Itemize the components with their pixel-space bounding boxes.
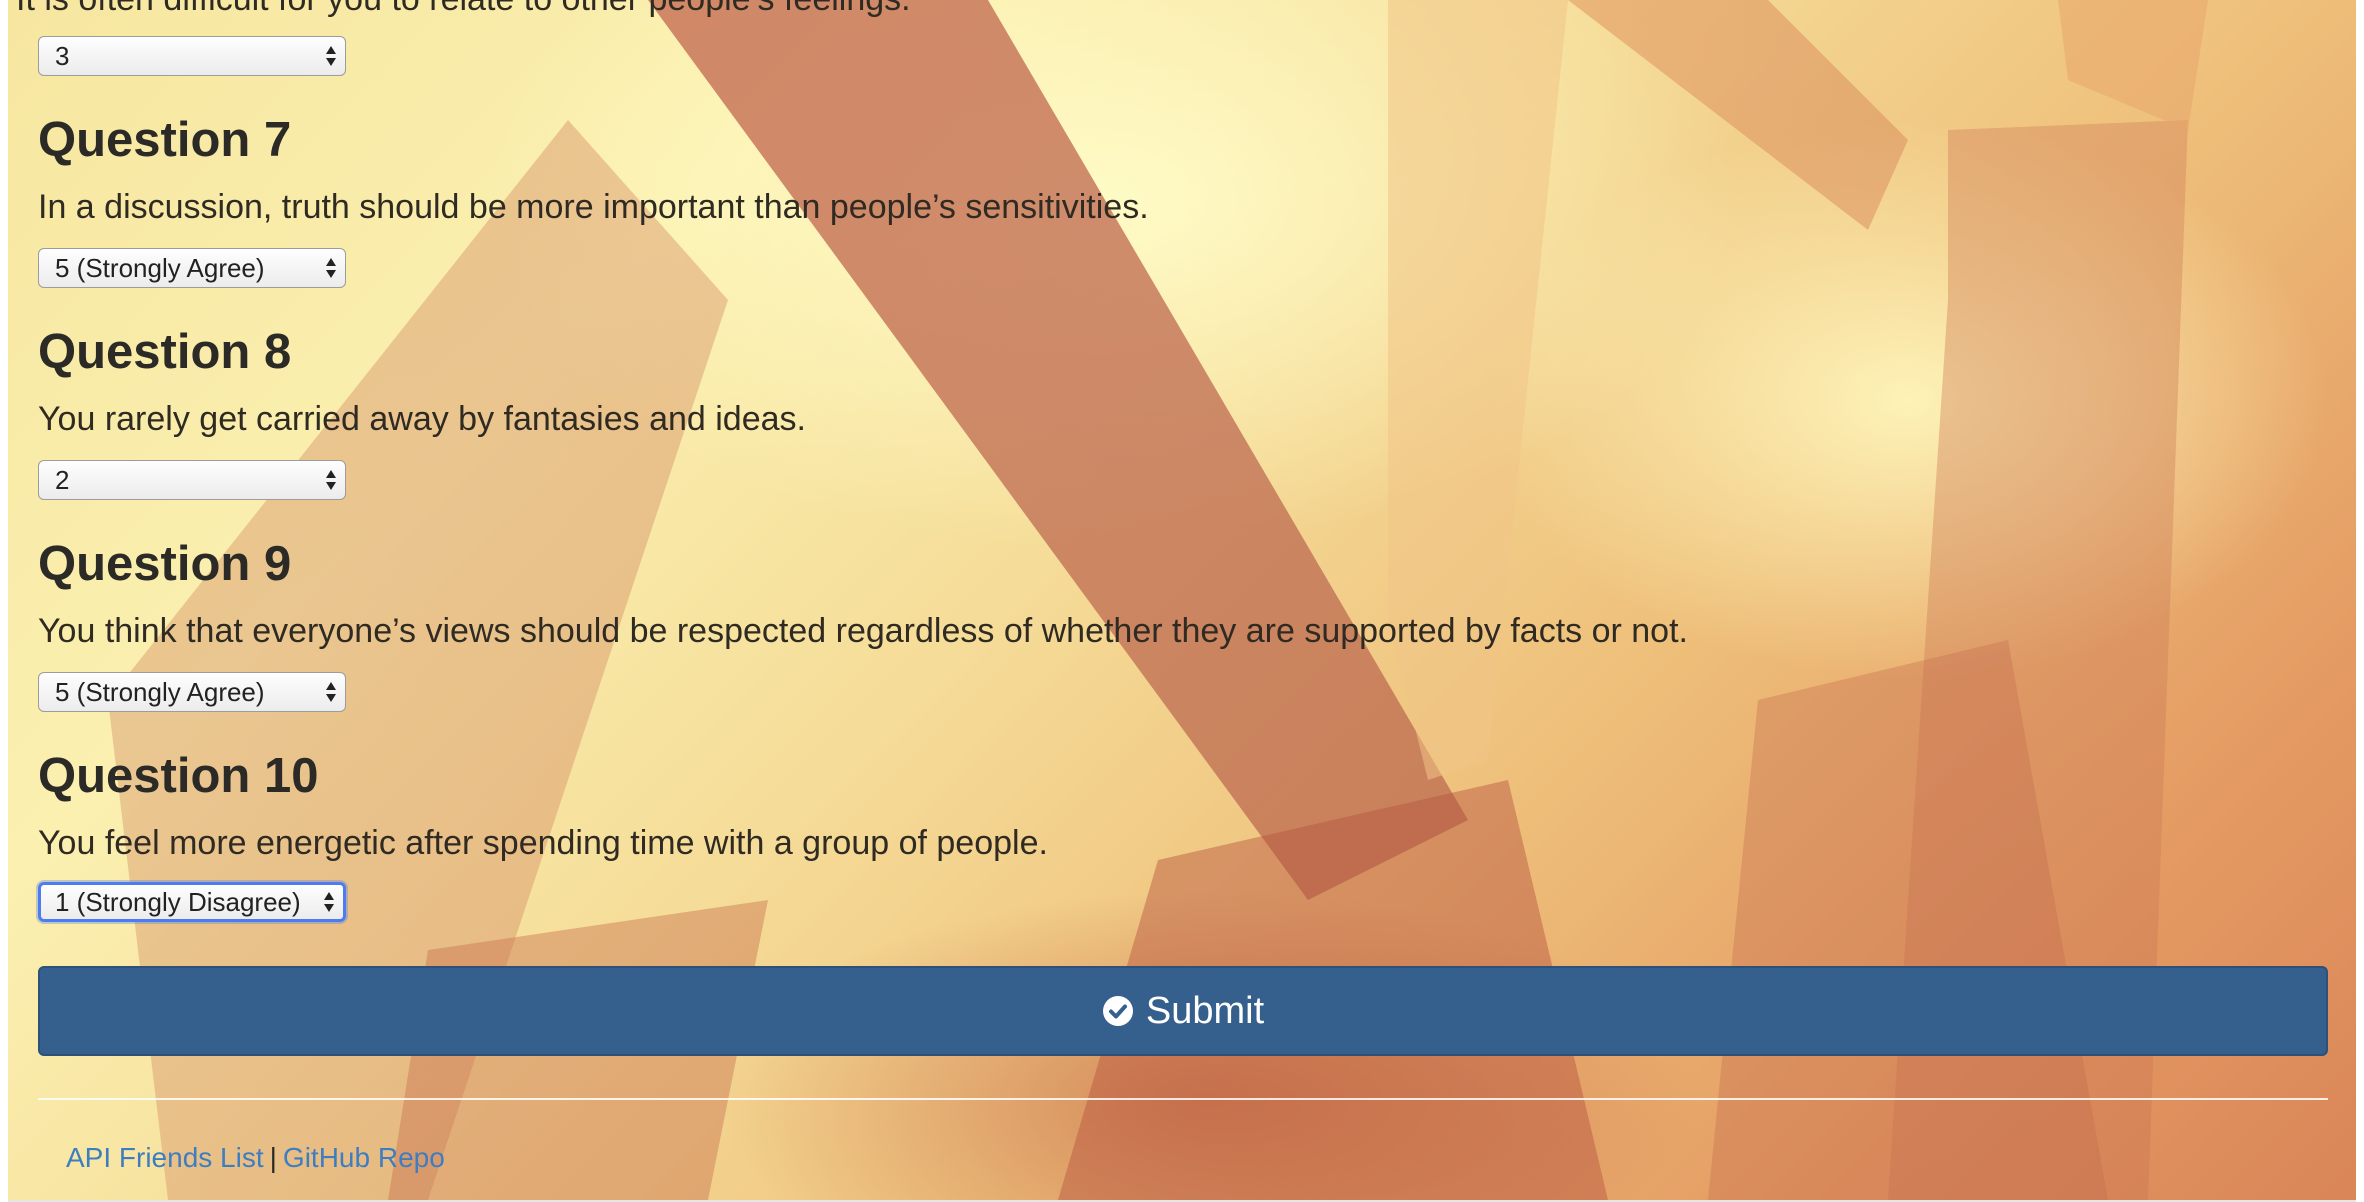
question-10-title: Question 10 bbox=[38, 749, 319, 803]
question-9-text: You think that everyone’s views should b… bbox=[38, 612, 1688, 650]
question-7-text: In a discussion, truth should be more im… bbox=[38, 188, 1149, 226]
api-friends-list-link[interactable]: API Friends List bbox=[66, 1142, 264, 1173]
question-9-selected-value: 5 (Strongly Agree) bbox=[55, 677, 265, 707]
question-9-select[interactable]: 5 (Strongly Agree) bbox=[38, 672, 346, 712]
question-6-text: It is often difficult for you to relate … bbox=[16, 0, 911, 19]
question-9-title: Question 9 bbox=[38, 537, 292, 591]
footer-divider bbox=[38, 1098, 2328, 1100]
question-8-selected-value: 2 bbox=[55, 465, 70, 495]
select-arrows-icon bbox=[324, 892, 334, 912]
question-8-select[interactable]: 2 bbox=[38, 460, 346, 500]
page: It is often difficult for you to relate … bbox=[8, 0, 2356, 1202]
footer: API Friends List | GitHub Repo bbox=[66, 1142, 445, 1174]
question-8-text: You rarely get carried away by fantasies… bbox=[38, 400, 806, 438]
footer-separator: | bbox=[269, 1142, 277, 1173]
question-10-selected-value: 1 (Strongly Disagree) bbox=[55, 887, 301, 917]
question-6-select[interactable]: 3 bbox=[38, 36, 346, 76]
question-7-title: Question 7 bbox=[38, 113, 292, 167]
question-7-selected-value: 5 (Strongly Agree) bbox=[55, 253, 265, 283]
select-arrows-icon bbox=[326, 46, 336, 66]
check-circle-icon bbox=[1102, 996, 1133, 1026]
question-10-text: You feel more energetic after spending t… bbox=[38, 824, 1048, 862]
github-repo-link[interactable]: GitHub Repo bbox=[283, 1142, 445, 1173]
question-10-select[interactable]: 1 (Strongly Disagree) bbox=[38, 882, 346, 922]
submit-button[interactable]: Submit bbox=[38, 966, 2328, 1056]
submit-label: Submit bbox=[1145, 989, 1265, 1032]
question-7-select[interactable]: 5 (Strongly Agree) bbox=[38, 248, 346, 288]
select-arrows-icon bbox=[326, 470, 336, 490]
select-arrows-icon bbox=[326, 682, 336, 702]
question-6-selected-value: 3 bbox=[55, 41, 70, 71]
select-arrows-icon bbox=[326, 258, 336, 278]
question-8-title: Question 8 bbox=[38, 325, 292, 379]
